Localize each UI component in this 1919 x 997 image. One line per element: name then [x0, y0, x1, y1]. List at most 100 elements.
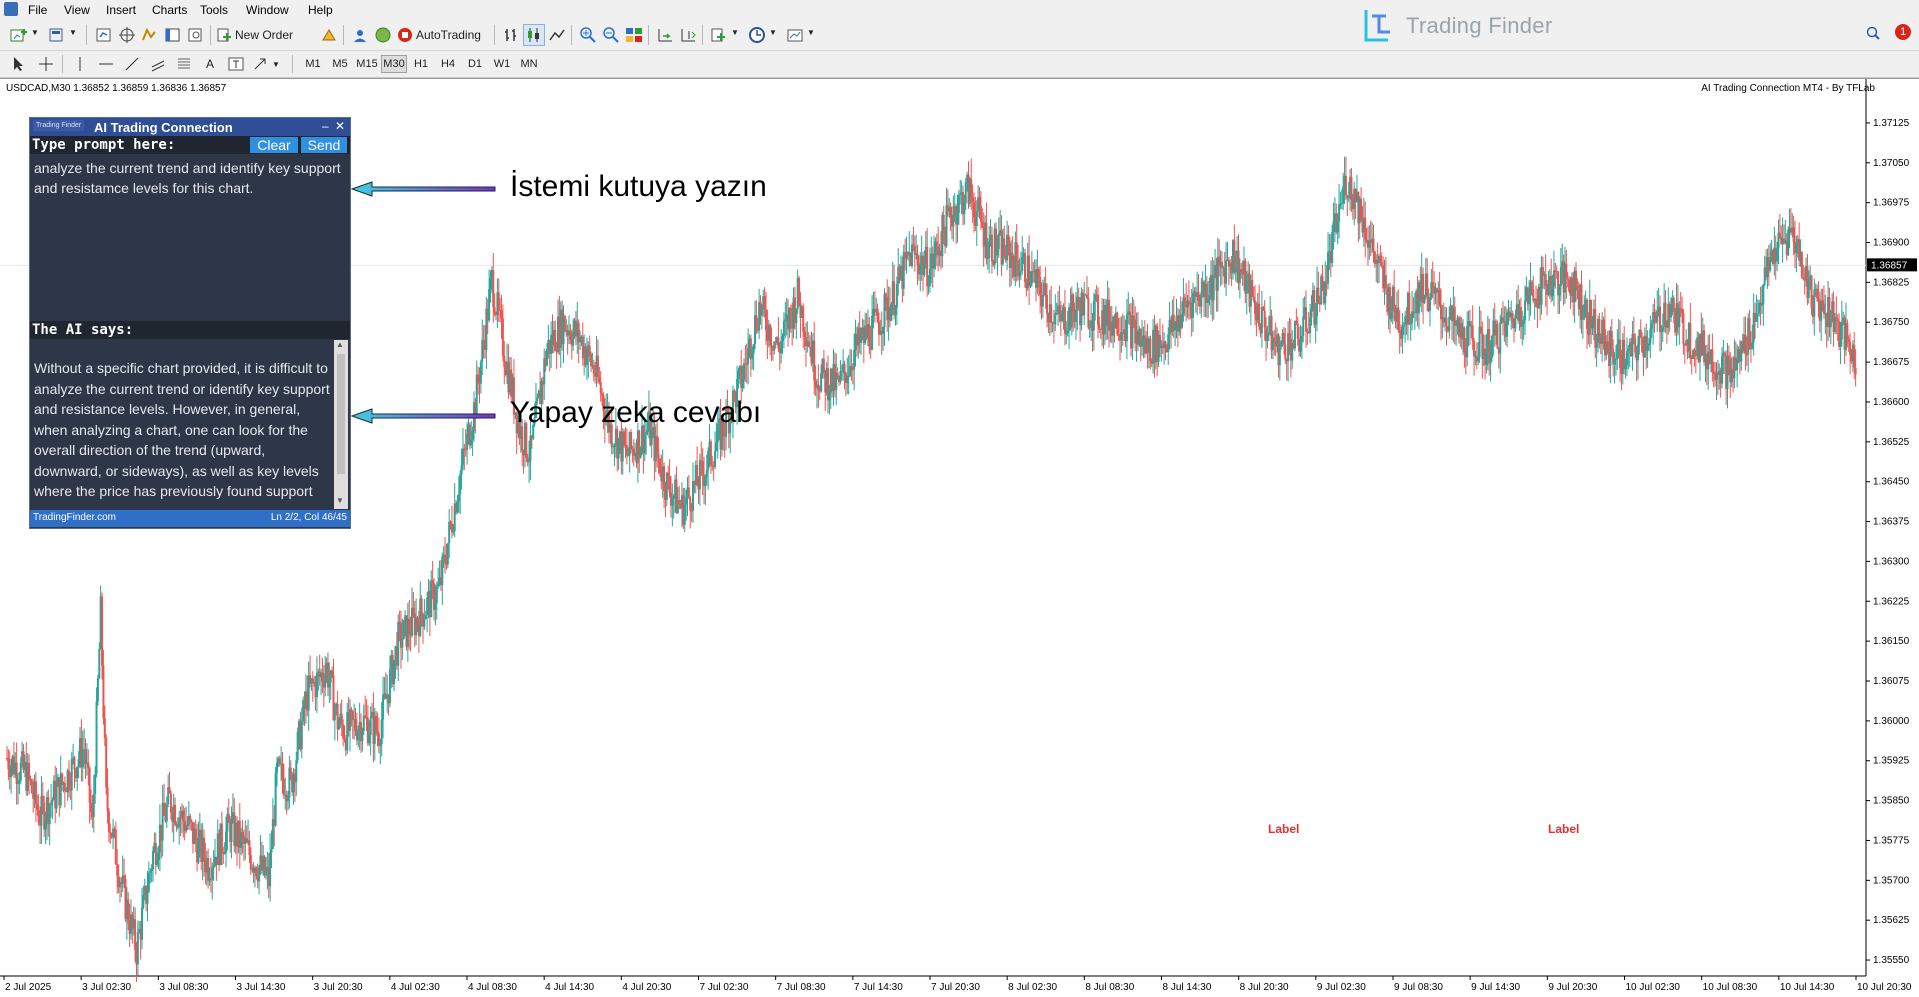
candle-body: [1854, 367, 1857, 375]
market-watch-icon[interactable]: [93, 24, 115, 46]
chevron-down-icon[interactable]: ▼: [731, 28, 739, 37]
candle-body: [672, 495, 675, 500]
menu-tools[interactable]: Tools: [200, 3, 228, 17]
candle-body: [1408, 292, 1411, 325]
minimize-icon[interactable]: –: [322, 119, 329, 133]
timeframe-m5[interactable]: M5: [327, 55, 353, 73]
chevron-down-icon[interactable]: ▼: [31, 28, 39, 37]
candle-body: [300, 721, 303, 750]
chevron-down-icon[interactable]: ▼: [272, 60, 280, 69]
candle-body: [927, 285, 930, 287]
tile-windows-icon[interactable]: [623, 24, 645, 46]
autotrading-button[interactable]: AutoTrading: [397, 25, 491, 45]
response-scrollbar[interactable]: ▲ ▼: [334, 340, 348, 509]
timeframe-d1[interactable]: D1: [462, 55, 488, 73]
indicators-icon[interactable]: [708, 24, 730, 46]
candle-body: [1306, 331, 1309, 333]
candle-body: [1547, 283, 1550, 295]
candle-body: [50, 802, 53, 805]
candle-body: [207, 858, 210, 881]
candle-body: [1614, 358, 1617, 360]
trendline-icon[interactable]: [122, 54, 142, 74]
chart-shift-icon[interactable]: [677, 24, 699, 46]
menu-charts[interactable]: Charts: [152, 3, 187, 17]
menu-help[interactable]: Help: [308, 3, 333, 17]
send-button[interactable]: Send: [301, 137, 347, 153]
menu-insert[interactable]: Insert: [106, 3, 136, 17]
candle-body: [450, 523, 453, 533]
new-order-button[interactable]: New Order: [216, 25, 314, 45]
candle-body: [444, 554, 447, 563]
candle-body: [98, 648, 101, 679]
ai-panel-header[interactable]: Trading Finder AI Trading Connection – ✕: [30, 118, 350, 136]
menu-file[interactable]: File: [28, 3, 47, 17]
candle-body: [836, 372, 839, 376]
candle-body: [357, 729, 360, 741]
terminal-icon[interactable]: [162, 24, 184, 46]
menu-window[interactable]: Window: [246, 3, 289, 17]
auto-scroll-icon[interactable]: [654, 24, 676, 46]
new-chart-icon[interactable]: [8, 24, 30, 46]
zoom-out-icon[interactable]: [600, 24, 622, 46]
text-tool-icon[interactable]: A: [200, 54, 220, 74]
cursor-icon[interactable]: [8, 54, 28, 74]
horizontal-line-icon[interactable]: [96, 54, 116, 74]
chevron-down-icon[interactable]: ▼: [69, 28, 77, 37]
candle-body: [1853, 344, 1856, 368]
crosshair-move-icon[interactable]: [116, 24, 138, 46]
time-tick-label: 4 Jul 14:30: [545, 982, 594, 993]
candle-body: [1332, 220, 1335, 232]
search-icon[interactable]: [1866, 26, 1880, 43]
candle-body: [92, 793, 95, 818]
periods-icon[interactable]: [746, 24, 768, 46]
fibonacci-icon[interactable]: [174, 54, 194, 74]
candle-body: [165, 804, 168, 822]
timeframe-m30[interactable]: M30: [381, 55, 407, 73]
close-icon[interactable]: ✕: [335, 119, 345, 133]
scroll-down-icon[interactable]: ▼: [336, 496, 344, 505]
scroll-up-icon[interactable]: ▲: [336, 340, 344, 349]
timeframe-mn[interactable]: MN: [516, 55, 542, 73]
candle-body: [1164, 341, 1167, 349]
line-chart-icon[interactable]: [546, 24, 568, 46]
text-label-icon[interactable]: [226, 54, 246, 74]
zoom-in-icon[interactable]: [577, 24, 599, 46]
vertical-line-icon[interactable]: [70, 54, 90, 74]
candle-body: [48, 804, 51, 825]
candle-body: [1398, 330, 1401, 333]
timeframe-h4[interactable]: H4: [435, 55, 461, 73]
templates-icon[interactable]: [784, 24, 806, 46]
candlestick-chart-icon[interactable]: [523, 24, 545, 46]
channel-icon[interactable]: [148, 54, 168, 74]
timeframe-w1[interactable]: W1: [489, 55, 515, 73]
strategy-tester-icon[interactable]: [185, 24, 207, 46]
metaeditor-icon[interactable]: [318, 24, 340, 46]
crosshair-icon[interactable]: [36, 54, 56, 74]
candle-body: [1074, 309, 1077, 323]
candle-body: [142, 895, 145, 908]
prompt-input[interactable]: analyze the current trend and identify k…: [34, 158, 344, 198]
bar-chart-icon[interactable]: [500, 24, 522, 46]
clear-button[interactable]: Clear: [250, 137, 298, 153]
candle-body: [127, 899, 130, 924]
candle-body: [1653, 311, 1656, 318]
menu-view[interactable]: View: [64, 3, 90, 17]
notification-badge[interactable]: 1: [1895, 24, 1911, 40]
candle-body: [1810, 275, 1813, 308]
profiles-icon[interactable]: [46, 24, 68, 46]
price-tick-label: 1.37125: [1873, 118, 1910, 129]
timeframe-m15[interactable]: M15: [354, 55, 380, 73]
timeframe-h1[interactable]: H1: [408, 55, 434, 73]
signals-icon[interactable]: [349, 24, 371, 46]
navigator-icon[interactable]: [139, 24, 161, 46]
chevron-down-icon[interactable]: ▼: [807, 28, 815, 37]
chevron-down-icon[interactable]: ▼: [769, 28, 777, 37]
candle-body: [1522, 320, 1525, 324]
arrows-icon[interactable]: [250, 54, 270, 74]
candle-body: [1063, 307, 1066, 334]
status-cursor-position: Ln 2/2, Col 46/45: [270, 512, 347, 523]
timeframe-m1[interactable]: M1: [300, 55, 326, 73]
scroll-thumb[interactable]: [337, 354, 345, 474]
market-icon[interactable]: [372, 24, 394, 46]
price-tick-label: 1.36675: [1873, 357, 1910, 368]
